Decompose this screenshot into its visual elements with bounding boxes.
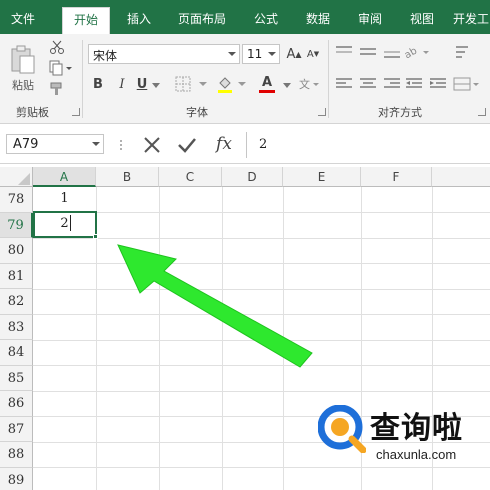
chevron-down-icon	[228, 52, 236, 56]
cut-button[interactable]	[46, 38, 68, 56]
tab-developer[interactable]: 开发工	[452, 7, 490, 34]
watermark-url: chaxunla.com	[376, 447, 457, 462]
shrink-font-button[interactable]: A ▼	[304, 44, 322, 64]
paste-button[interactable]: 粘贴	[8, 38, 38, 100]
chevron-down-icon	[268, 52, 276, 56]
align-bottom-icon	[384, 51, 400, 58]
tab-formulas[interactable]: 公式	[244, 7, 288, 34]
paste-label: 粘贴	[12, 79, 34, 92]
font-color-icon: A	[261, 74, 273, 90]
align-center-icon	[360, 78, 376, 88]
decrease-indent-icon	[406, 78, 422, 88]
watermark-logo-icon	[317, 404, 367, 454]
chevron-down-icon	[283, 82, 291, 88]
phonetic-icon: 文	[299, 77, 319, 91]
formula-input[interactable]: 2	[246, 132, 490, 158]
worksheet-grid[interactable]: A B C D E F 78 79 80 81 82 83 84 85 86 8…	[0, 167, 490, 490]
insert-function-button[interactable]: fx	[210, 132, 238, 156]
borders-button[interactable]	[174, 74, 210, 94]
orientation-button[interactable]: ab	[404, 42, 432, 62]
format-painter-icon	[50, 82, 62, 95]
grow-font-icon: A	[286, 46, 296, 62]
copy-icon	[49, 60, 72, 76]
wrap-text-button[interactable]	[452, 42, 474, 62]
alignment-group-label: 对齐方式	[378, 106, 422, 119]
paste-icon	[11, 45, 35, 74]
font-color-dropdown[interactable]	[282, 80, 292, 90]
formula-bar: A79 fx 2	[0, 124, 490, 164]
grow-font-button[interactable]: A ▲	[286, 44, 302, 64]
tab-insert[interactable]: 插入	[118, 7, 160, 34]
scissors-icon	[50, 40, 64, 54]
decrease-indent-button[interactable]	[404, 74, 424, 94]
name-box[interactable]: A79	[6, 134, 104, 154]
align-center-button[interactable]	[358, 74, 378, 94]
merge-center-icon	[453, 77, 479, 91]
align-middle-icon	[360, 48, 376, 55]
clipboard-group-label: 剪贴板	[16, 106, 49, 119]
font-name-select[interactable]: 宋体	[88, 44, 240, 64]
italic-button[interactable]: I	[112, 74, 132, 94]
align-top-button[interactable]	[334, 42, 354, 62]
underline-dropdown[interactable]	[151, 80, 161, 90]
font-color-swatch	[259, 89, 275, 93]
name-box-value: A79	[13, 137, 39, 152]
chevron-down-icon	[92, 142, 100, 146]
checkmark-icon	[178, 138, 196, 153]
formula-value: 2	[259, 137, 268, 152]
align-middle-button[interactable]	[358, 42, 378, 62]
tab-home[interactable]: 开始	[62, 7, 110, 34]
font-name-value: 宋体	[93, 49, 118, 63]
ribbon: 粘贴 剪贴板 宋体 11 A ▲ A ▼ B I U A 文 字体 ab 对齐方…	[0, 34, 490, 124]
tab-data[interactable]: 数据	[296, 7, 340, 34]
tab-file[interactable]: 文件	[0, 7, 46, 34]
borders-icon	[175, 76, 207, 92]
copy-button[interactable]	[46, 59, 76, 77]
align-bottom-button[interactable]	[382, 42, 402, 62]
watermark-brand: 查询啦	[370, 411, 463, 446]
increase-indent-icon	[430, 78, 446, 88]
wrap-text-icon	[456, 46, 468, 58]
shrink-font-icon: A	[306, 48, 314, 60]
tab-page-layout[interactable]: 页面布局	[170, 7, 234, 34]
fill-color-button[interactable]	[216, 74, 248, 94]
phonetic-button[interactable]: 文	[296, 74, 322, 94]
align-right-button[interactable]	[382, 74, 402, 94]
format-painter-button[interactable]	[46, 80, 68, 98]
align-top-icon	[336, 46, 352, 53]
tab-review[interactable]: 审阅	[348, 7, 392, 34]
close-icon	[144, 137, 160, 153]
tab-view[interactable]: 视图	[400, 7, 444, 34]
font-color-button[interactable]: A	[252, 74, 282, 94]
fill-color-icon	[218, 77, 246, 93]
cancel-button[interactable]	[140, 134, 164, 156]
group-divider	[328, 40, 329, 118]
chevron-down-icon	[152, 82, 160, 88]
increase-indent-button[interactable]	[428, 74, 448, 94]
font-launcher-icon[interactable]	[318, 108, 326, 116]
alignment-launcher-icon[interactable]	[478, 108, 486, 116]
formula-bar-grip-icon[interactable]	[118, 138, 124, 152]
merge-center-button[interactable]	[452, 74, 482, 94]
underline-button[interactable]: U	[134, 74, 150, 94]
svg-text:文: 文	[299, 77, 310, 91]
align-left-button[interactable]	[334, 74, 354, 94]
ribbon-tab-bar: 文件 开始 插入 页面布局 公式 数据 审阅 视图 开发工	[0, 0, 490, 34]
group-divider	[82, 40, 83, 118]
svg-text:ab: ab	[405, 46, 419, 60]
font-size-value: 11	[247, 47, 263, 61]
align-right-icon	[384, 78, 400, 88]
clipboard-launcher-icon[interactable]	[72, 108, 80, 116]
text-orientation-icon: ab	[405, 46, 429, 60]
enter-button[interactable]	[175, 134, 199, 156]
align-left-icon	[336, 78, 352, 88]
bold-button[interactable]: B	[88, 74, 108, 94]
font-size-select[interactable]: 11	[242, 44, 280, 64]
font-group-label: 字体	[186, 106, 208, 119]
